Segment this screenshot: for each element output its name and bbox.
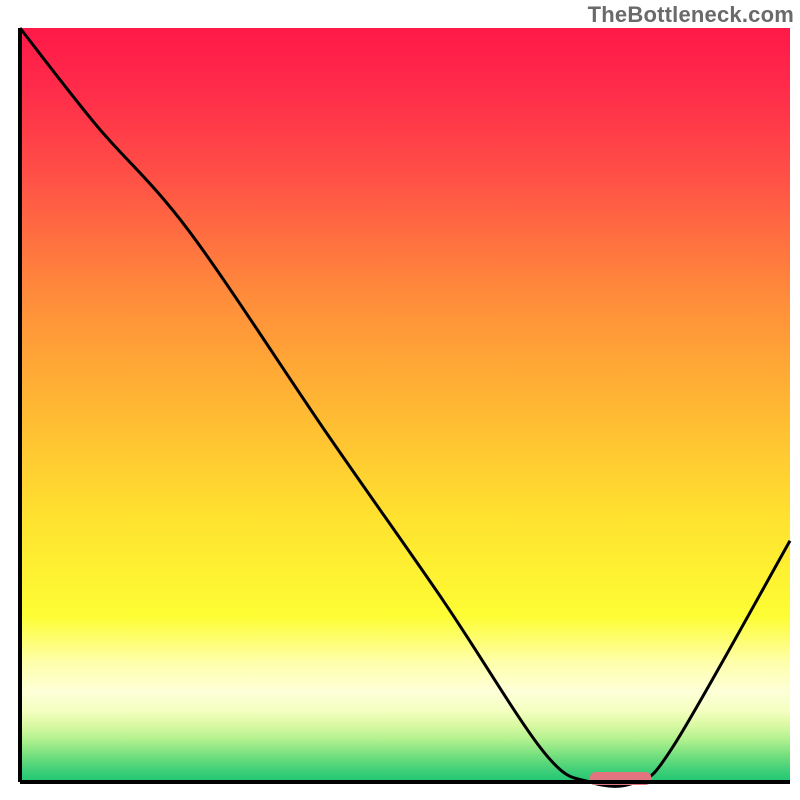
watermark-label: TheBottleneck.com (588, 2, 794, 28)
chart-container: TheBottleneck.com (0, 0, 800, 800)
bottleneck-chart (0, 0, 800, 800)
plot-background (20, 28, 790, 782)
